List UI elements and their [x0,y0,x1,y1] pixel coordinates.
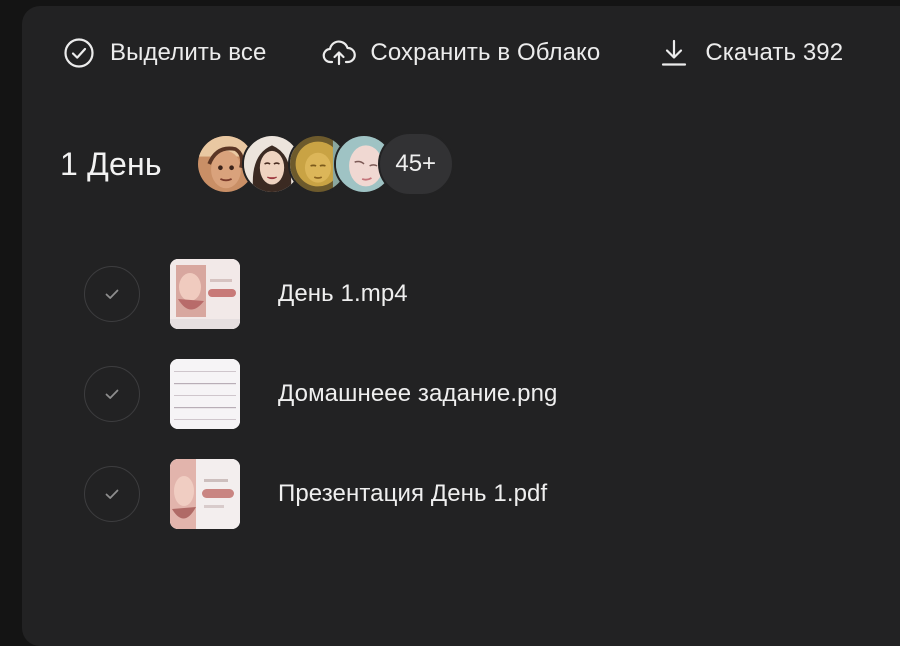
check-circle-icon [62,36,96,70]
pdf-thumbnail [170,459,240,529]
file-name: Домашнеее задание.png [278,380,558,407]
download-label: Скачать 392 [705,39,844,66]
section-title: 1 День [60,145,162,182]
checkmark-icon [105,489,119,499]
list-item[interactable]: Презентация День 1.pdf [84,459,557,529]
file-name: Презентация День 1.pdf [278,480,548,507]
checkmark-icon [105,389,119,399]
download-icon [657,36,691,70]
more-participants-badge[interactable]: 45+ [377,132,454,196]
toolbar: Выделить все Сохранить в Облако Скачать … [62,36,843,70]
save-to-cloud-button[interactable]: Сохранить в Облако [322,36,600,70]
select-all-label: Выделить все [110,39,267,66]
files-panel: Выделить все Сохранить в Облако Скачать … [22,6,900,646]
image-thumbnail [170,359,240,429]
select-all-button[interactable]: Выделить все [62,36,266,70]
day-header: 1 День 45+ [60,132,454,196]
cloud-upload-icon [322,36,357,70]
select-checkbox[interactable] [84,266,140,322]
list-item[interactable]: День 1.mp4 [84,259,557,329]
select-checkbox[interactable] [84,366,140,422]
checkmark-icon [105,289,119,299]
participants-avatars[interactable]: 45+ [195,132,454,196]
download-button[interactable]: Скачать 392 [657,36,843,70]
list-item[interactable]: Домашнеее задание.png [84,359,557,429]
save-to-cloud-label: Сохранить в Облако [370,39,601,66]
video-thumbnail [170,259,240,329]
file-list: День 1.mp4 Домашнеее задание.png Презент… [84,259,557,559]
file-name: День 1.mp4 [278,280,408,307]
select-checkbox[interactable] [84,466,140,522]
